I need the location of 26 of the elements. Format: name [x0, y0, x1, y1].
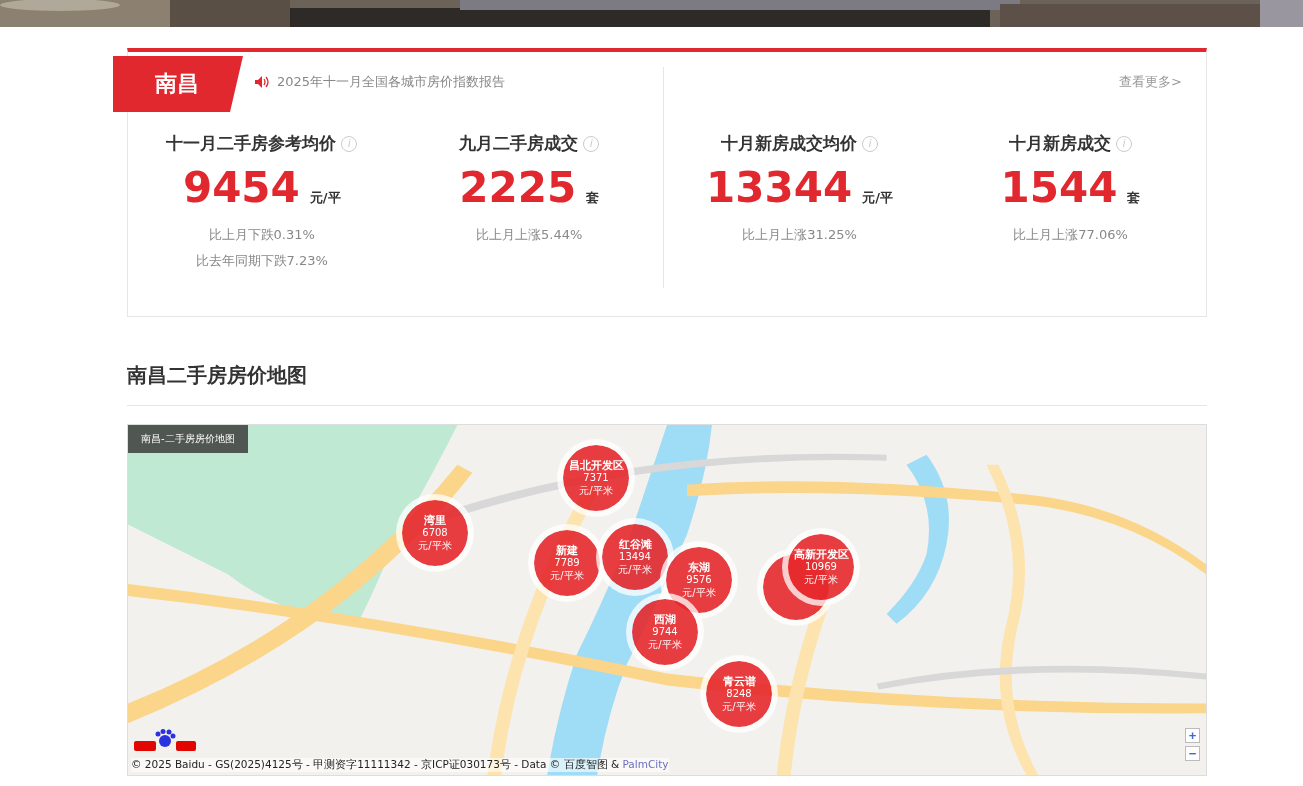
speaker-icon: [255, 76, 269, 88]
stat-title: 十月新房成交: [1009, 132, 1111, 155]
copyright-text: © 2025 Baidu - GS(2025)4125号 - 甲测资字11111342 - 京ICP证030173号 - Data © 百度智图 & PalmCity: [131, 758, 669, 772]
stat-title: 九月二手房成交: [459, 132, 579, 155]
stat-change: 比去年同期下跌7.23%: [195, 252, 328, 270]
stat-unit: 套: [1127, 189, 1141, 207]
stat-unit: 元/平: [309, 189, 341, 207]
stat-title: 十月新房成交均价: [721, 132, 857, 155]
stat-unit: 套: [586, 189, 600, 207]
stat-value: 2225: [459, 163, 577, 212]
palmcity-link[interactable]: PalmCity: [622, 758, 669, 770]
section-title: 南昌二手房房价地图: [127, 362, 1207, 406]
stat-change: 比上月上涨31.25%: [742, 226, 857, 244]
stat-change: 比上月下跌0.31%: [208, 226, 315, 244]
stat-title: 十一月二手房参考均价: [166, 132, 337, 155]
notice-link[interactable]: 2025年十一月全国各城市房价指数报告: [277, 73, 506, 91]
stat-unit: 元/平: [862, 189, 893, 207]
stat-value: 13344: [706, 163, 853, 212]
stat-value: 9454: [182, 163, 300, 212]
more-link[interactable]: 查看更多>: [1119, 73, 1182, 91]
zoom-in-button[interactable]: +: [1185, 728, 1200, 743]
stat-change: 比上月上涨5.44%: [476, 226, 583, 244]
zoom-out-button[interactable]: −: [1185, 746, 1200, 761]
map-label: 南昌-二手房房价地图: [128, 425, 248, 453]
stat-value: 1544: [1000, 163, 1118, 212]
stat-change: 比上月上涨77.06%: [1013, 226, 1128, 244]
